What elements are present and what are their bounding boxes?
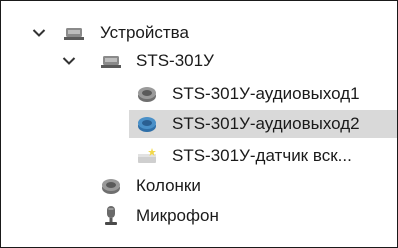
microphone-icon: [100, 205, 122, 227]
tree-node-devices[interactable]: Устройства: [1, 18, 397, 48]
speaker-icon: [100, 175, 122, 197]
tree-node-label: STS-301У-аудиовыход2: [172, 114, 360, 133]
chevron-down-icon[interactable]: [31, 25, 47, 41]
speaker-icon: [136, 83, 158, 105]
tree-node-label: STS-301У-аудиовыход1: [172, 84, 360, 103]
tree-node-microphone[interactable]: Микрофон: [1, 201, 397, 231]
speaker-icon: [136, 113, 158, 135]
device-group-icon: [63, 22, 85, 44]
tree-node-label: Колонки: [136, 176, 201, 195]
tree-node-speakers[interactable]: Колонки: [1, 171, 397, 201]
tree-node-label: Микрофон: [136, 206, 219, 225]
tree-node-label: Устройства: [100, 23, 189, 42]
tree-node-audio-out-2[interactable]: STS-301У-аудиовыход2: [1, 109, 397, 139]
tree-node-sensor[interactable]: STS-301У-датчик вск...: [1, 141, 397, 171]
tree-node-label: STS-301У-датчик вск...: [172, 146, 352, 165]
chevron-down-icon[interactable]: [61, 53, 77, 69]
device-tree-panel: Устройства STS-301У STS-301У-аудиовыход1: [0, 0, 398, 248]
device-group-icon: [100, 50, 122, 72]
tree-node-sts-301u[interactable]: STS-301У: [1, 46, 397, 76]
tree-node-label: STS-301У: [136, 51, 214, 70]
sensor-icon: [136, 145, 158, 167]
tree-node-audio-out-1[interactable]: STS-301У-аудиовыход1: [1, 79, 397, 109]
